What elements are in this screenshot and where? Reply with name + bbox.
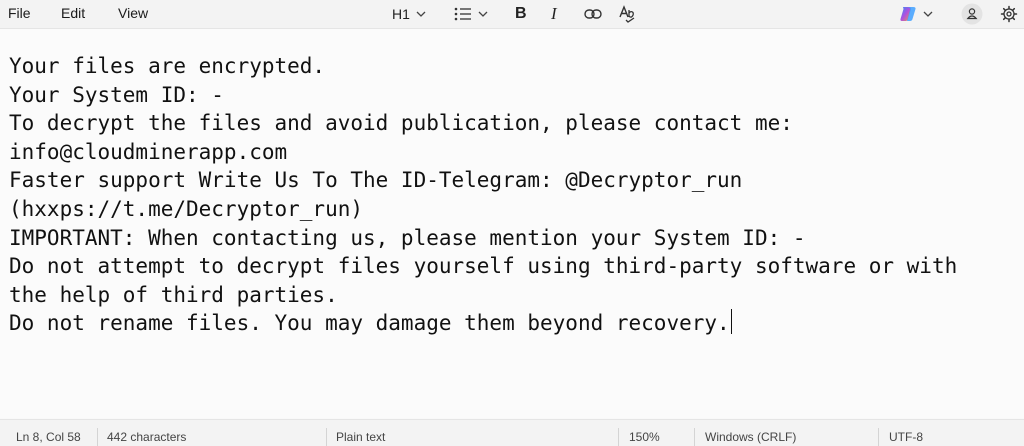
- menu-edit[interactable]: Edit: [61, 5, 85, 21]
- settings-icon: [1000, 5, 1018, 23]
- document-text: Your files are encrypted. Your System ID…: [9, 52, 957, 338]
- status-divider: [694, 428, 695, 446]
- text-line: Your System ID: -: [9, 82, 224, 107]
- status-character-count: 442 characters: [107, 430, 187, 444]
- text-line: Do not attempt to decrypt files yourself…: [9, 254, 958, 279]
- status-divider: [878, 428, 879, 446]
- text-line: IMPORTANT: When contacting us, please me…: [9, 225, 806, 250]
- status-line-ending[interactable]: Windows (CRLF): [705, 430, 796, 444]
- bold-button[interactable]: B: [515, 2, 527, 26]
- italic-icon: I: [551, 4, 557, 23]
- text-editor[interactable]: Your files are encrypted. Your System ID…: [0, 29, 1024, 418]
- list-dropdown[interactable]: [454, 2, 488, 26]
- text-caret: [730, 309, 732, 335]
- spellcheck-button[interactable]: [618, 2, 636, 26]
- link-button[interactable]: [584, 2, 602, 26]
- status-divider: [618, 428, 619, 446]
- text-line: Your files are encrypted.: [9, 54, 326, 78]
- copilot-dropdown[interactable]: [899, 2, 933, 26]
- heading-label: H1: [392, 6, 410, 22]
- status-divider: [97, 428, 98, 446]
- status-cursor-position: Ln 8, Col 58: [16, 430, 81, 444]
- text-line: Faster support Write Us To The ID-Telegr…: [9, 168, 743, 193]
- text-line: Do not rename files. You may damage them…: [9, 311, 730, 336]
- text-line: the help of third parties.: [9, 282, 338, 307]
- list-icon: [454, 7, 471, 21]
- text-line: info@cloudminerapp.com: [9, 139, 288, 164]
- chevron-down-icon: [478, 11, 488, 17]
- chevron-down-icon: [416, 11, 426, 17]
- settings-button[interactable]: [1000, 2, 1018, 26]
- account-icon: [961, 3, 983, 25]
- bold-icon: B: [515, 5, 527, 22]
- status-format[interactable]: Plain text: [336, 430, 385, 444]
- text-line: (hxxps://t.me/Decryptor_run): [9, 196, 364, 221]
- copilot-icon: [900, 7, 916, 21]
- status-encoding[interactable]: UTF-8: [889, 430, 923, 444]
- heading-dropdown[interactable]: H1: [392, 2, 426, 26]
- menu-view[interactable]: View: [118, 5, 148, 21]
- spellcheck-icon: [619, 5, 635, 23]
- italic-button[interactable]: I: [551, 2, 557, 26]
- status-bar: Ln 8, Col 58 442 characters Plain text 1…: [0, 419, 1024, 446]
- link-icon: [584, 9, 602, 19]
- menu-bar: File Edit View H1 B I: [0, 0, 1024, 29]
- menu-file[interactable]: File: [8, 5, 31, 21]
- chevron-down-icon: [923, 11, 933, 17]
- status-divider: [326, 428, 327, 446]
- account-button[interactable]: [961, 2, 983, 26]
- text-line: To decrypt the files and avoid publicati…: [9, 111, 793, 136]
- status-zoom[interactable]: 150%: [629, 430, 660, 444]
